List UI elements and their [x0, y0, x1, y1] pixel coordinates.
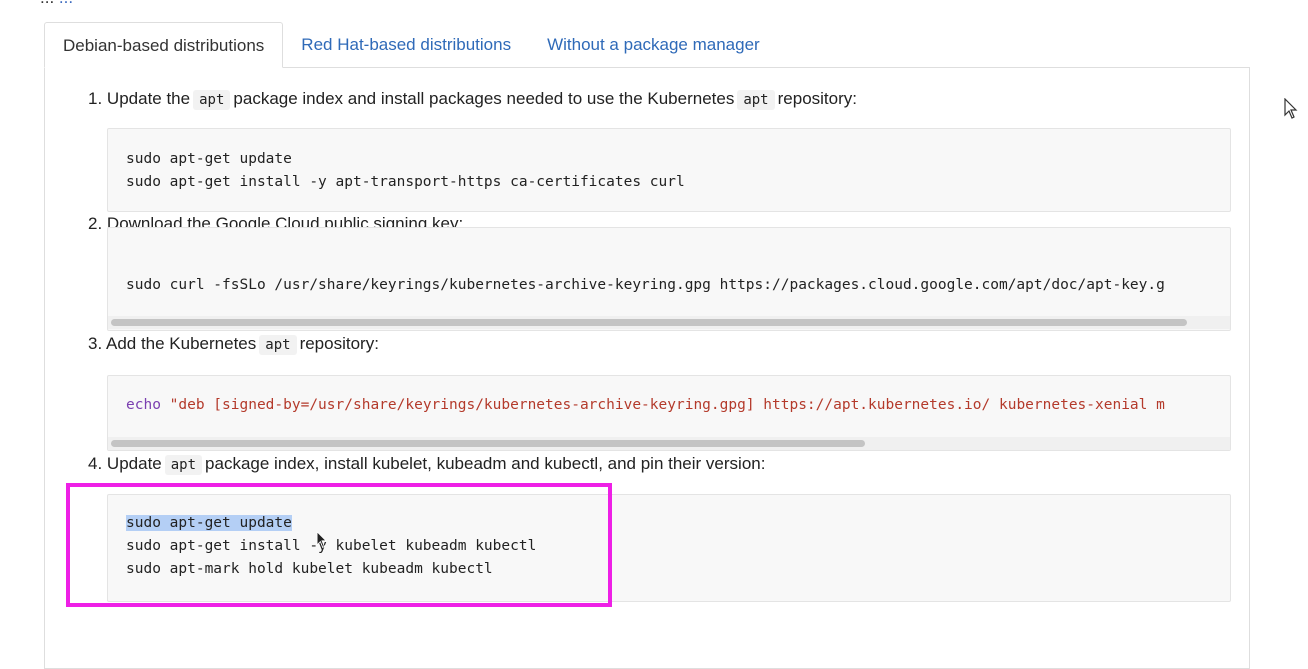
code-line: sudo apt-get install -y apt-transport-ht… — [126, 174, 685, 190]
intro-line-cut-off: ... ... — [40, 0, 73, 8]
code-line: sudo apt-mark hold kubelet kubeadm kubec… — [126, 561, 493, 577]
tab-no-package-manager[interactable]: Without a package manager — [529, 22, 778, 68]
step-text: repository: — [299, 334, 379, 353]
step-text: package index, install kubelet, kubeadm … — [205, 454, 766, 473]
step-text: Update — [106, 454, 162, 473]
selected-code-text[interactable]: sudo apt-get update — [126, 515, 292, 531]
step-text: package index and install packages neede… — [233, 89, 735, 108]
step-text: Add the Kubernetes — [105, 334, 257, 353]
code-string: "deb [signed-by=/usr/share/keyrings/kube… — [169, 397, 1165, 413]
step-number: 2. — [88, 214, 103, 233]
horizontal-scrollbar-track[interactable] — [108, 437, 1230, 450]
horizontal-scrollbar-thumb[interactable] — [111, 440, 865, 447]
step-4-text: 4. Update apt package index, install kubel… — [88, 454, 766, 475]
arrow-cursor-icon — [1284, 98, 1298, 119]
code-block-1[interactable]: sudo apt-get update sudo apt-get install… — [107, 128, 1231, 212]
horizontal-scrollbar-track[interactable] — [108, 316, 1230, 329]
tab-redhat[interactable]: Red Hat-based distributions — [283, 22, 529, 68]
code-line: sudo apt-get install -y kubelet kubeadm … — [126, 538, 537, 554]
step-number: 4. — [88, 454, 103, 473]
tab-bar: Debian-based distributions Red Hat-based… — [44, 22, 778, 68]
step-text: repository: — [777, 89, 857, 108]
inline-code: apt — [193, 90, 231, 110]
inline-code: apt — [259, 335, 297, 355]
step-text: Update the — [106, 89, 191, 108]
code-line: sudo curl -fsSLo /usr/share/keyrings/kub… — [126, 277, 1165, 293]
inline-code: apt — [737, 90, 775, 110]
inline-code: apt — [164, 455, 203, 475]
arrow-cursor-icon — [316, 531, 328, 548]
tab-debian[interactable]: Debian-based distributions — [44, 22, 284, 68]
intro-link[interactable]: ... — [59, 0, 73, 7]
code-block-4[interactable]: sudo apt-get update sudo apt-get install… — [107, 494, 1231, 602]
step-1-text: 1. Update the apt package index and instal… — [88, 89, 857, 110]
code-line: sudo apt-get update — [126, 151, 292, 167]
step-3-text: 3. Add the Kubernetes apt repository: — [88, 334, 379, 355]
code-keyword: echo — [126, 397, 161, 413]
code-block-2[interactable]: sudo curl -fsSLo /usr/share/keyrings/kub… — [107, 227, 1231, 331]
step-number: 1. — [88, 89, 103, 108]
horizontal-scrollbar-thumb[interactable] — [111, 319, 1187, 326]
code-block-3[interactable]: echo "deb [signed-by=/usr/share/keyrings… — [107, 375, 1231, 451]
intro-text: ... — [40, 0, 54, 7]
step-number: 3. — [88, 334, 103, 353]
